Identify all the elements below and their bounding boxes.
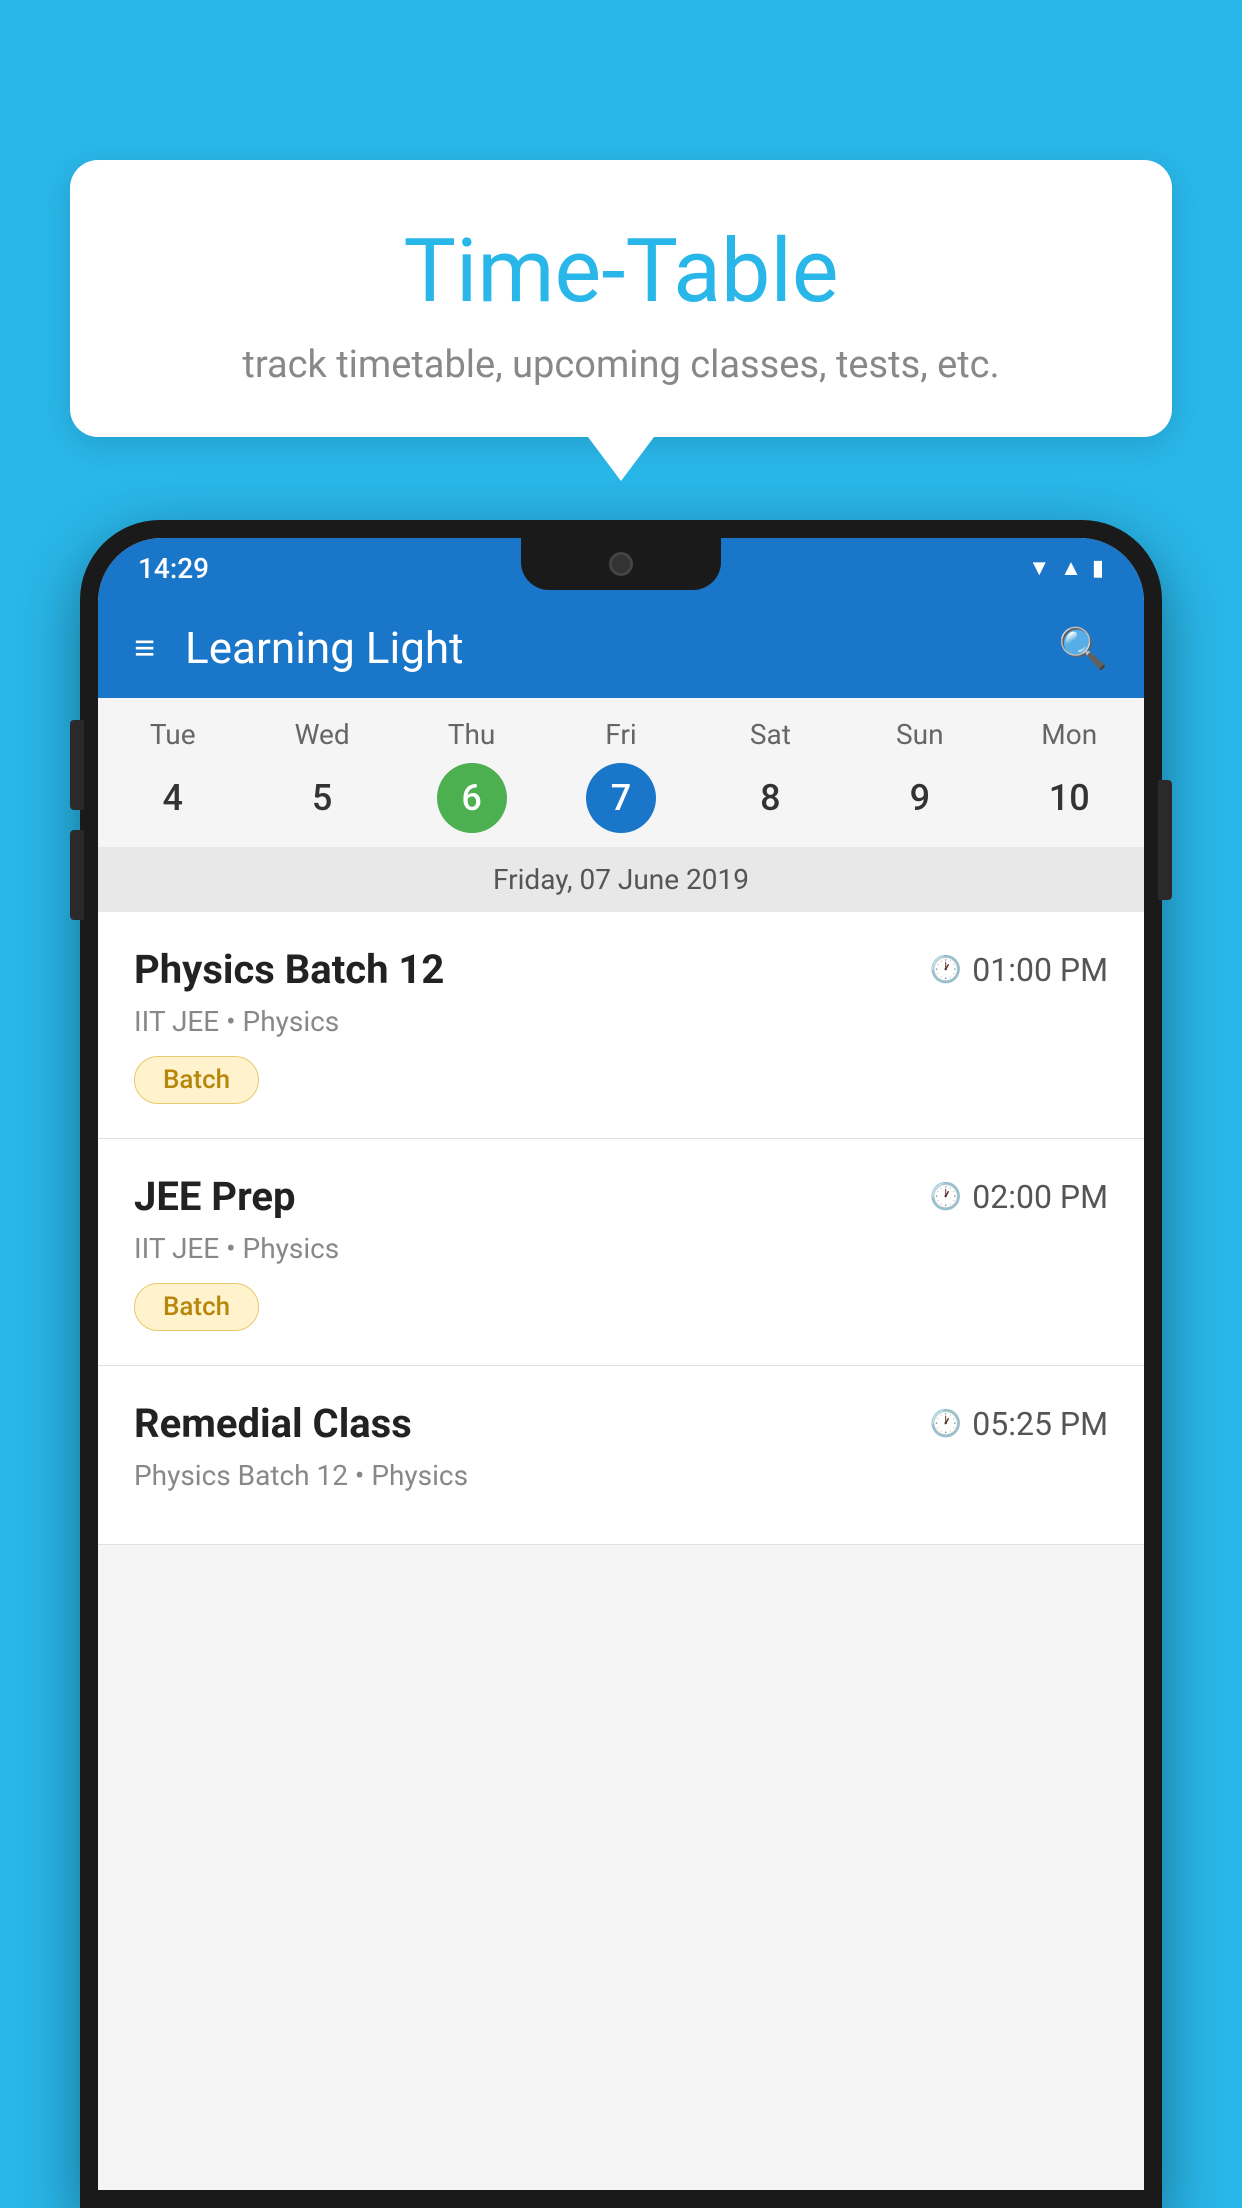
schedule-meta: IIT JEE • Physics (134, 1005, 1108, 1038)
day-col-fri[interactable]: Fri 7 (546, 718, 695, 833)
selected-date-label: Friday, 07 June 2019 (98, 847, 1144, 912)
day-number[interactable]: 7 (586, 763, 656, 833)
day-col-sat[interactable]: Sat 8 (696, 718, 845, 833)
day-name: Fri (546, 718, 695, 751)
clock-icon: 🕐 (930, 1182, 962, 1212)
schedule-meta: Physics Batch 12 • Physics (134, 1459, 1108, 1492)
day-number[interactable]: 8 (735, 763, 805, 833)
day-col-tue[interactable]: Tue 4 (98, 718, 247, 833)
day-number[interactable]: 5 (287, 763, 357, 833)
batch-tag: Batch (134, 1056, 259, 1104)
app-bar: ≡ Learning Light 🔍 (98, 598, 1144, 698)
schedule-list: Physics Batch 12 🕐 01:00 PM IIT JEE • Phys… (98, 912, 1144, 1545)
phone-outer: 14:29 ▼ ▲ ▮ ≡ Learning Light 🔍 Tue4Wed5T… (80, 520, 1162, 2208)
power-button[interactable] (1158, 780, 1172, 900)
menu-icon[interactable]: ≡ (134, 627, 155, 669)
app-title: Learning Light (185, 622, 1028, 674)
tooltip-subtitle: track timetable, upcoming classes, tests… (130, 343, 1112, 387)
day-col-thu[interactable]: Thu 6 (397, 718, 546, 833)
schedule-item-0[interactable]: Physics Batch 12 🕐 01:00 PM IIT JEE • Phys… (98, 912, 1144, 1139)
calendar-week-header: Tue 4 Wed 5 Thu 6 Fri 7 Sat 8 Sun 9 Mon 10 (98, 698, 1144, 833)
status-icons: ▼ ▲ ▮ (1028, 555, 1104, 581)
day-name: Tue (98, 718, 247, 751)
clock-icon: 🕐 (930, 955, 962, 985)
batch-tag: Batch (134, 1283, 259, 1331)
schedule-item-1[interactable]: JEE Prep 🕐 02:00 PM IIT JEE • Physics Batch (98, 1139, 1144, 1366)
day-name: Wed (247, 718, 396, 751)
day-col-wed[interactable]: Wed 5 (247, 718, 396, 833)
schedule-title: Remedial Class (134, 1400, 412, 1447)
tooltip-card: Time-Table track timetable, upcoming cla… (70, 160, 1172, 437)
signal-icon: ▲ (1060, 555, 1082, 581)
day-name: Mon (995, 718, 1144, 751)
phone-mockup: 14:29 ▼ ▲ ▮ ≡ Learning Light 🔍 Tue4Wed5T… (80, 520, 1162, 2208)
phone-notch (521, 538, 721, 590)
search-icon[interactable]: 🔍 (1058, 625, 1108, 672)
day-number[interactable]: 6 (437, 763, 507, 833)
schedule-time: 🕐 02:00 PM (930, 1178, 1108, 1216)
tooltip-title: Time-Table (130, 220, 1112, 323)
schedule-title: JEE Prep (134, 1173, 295, 1220)
front-camera (609, 552, 633, 576)
schedule-time: 🕐 05:25 PM (930, 1405, 1108, 1443)
volume-up-button[interactable] (70, 720, 84, 810)
day-col-sun[interactable]: Sun 9 (845, 718, 994, 833)
status-time: 14:29 (138, 552, 209, 585)
day-name: Sat (696, 718, 845, 751)
schedule-title: Physics Batch 12 (134, 946, 444, 993)
schedule-item-2[interactable]: Remedial Class 🕐 05:25 PM Physics Batch 12… (98, 1366, 1144, 1545)
day-number[interactable]: 9 (885, 763, 955, 833)
battery-icon: ▮ (1092, 556, 1104, 581)
volume-down-button[interactable] (70, 830, 84, 920)
schedule-time: 🕐 01:00 PM (930, 951, 1108, 989)
day-name: Sun (845, 718, 994, 751)
phone-screen: 14:29 ▼ ▲ ▮ ≡ Learning Light 🔍 Tue4Wed5T… (98, 538, 1144, 2190)
day-number[interactable]: 10 (1034, 763, 1104, 833)
wifi-icon: ▼ (1028, 555, 1050, 581)
day-col-mon[interactable]: Mon 10 (995, 718, 1144, 833)
day-number[interactable]: 4 (138, 763, 208, 833)
clock-icon: 🕐 (930, 1409, 962, 1439)
schedule-meta: IIT JEE • Physics (134, 1232, 1108, 1265)
day-name: Thu (397, 718, 546, 751)
